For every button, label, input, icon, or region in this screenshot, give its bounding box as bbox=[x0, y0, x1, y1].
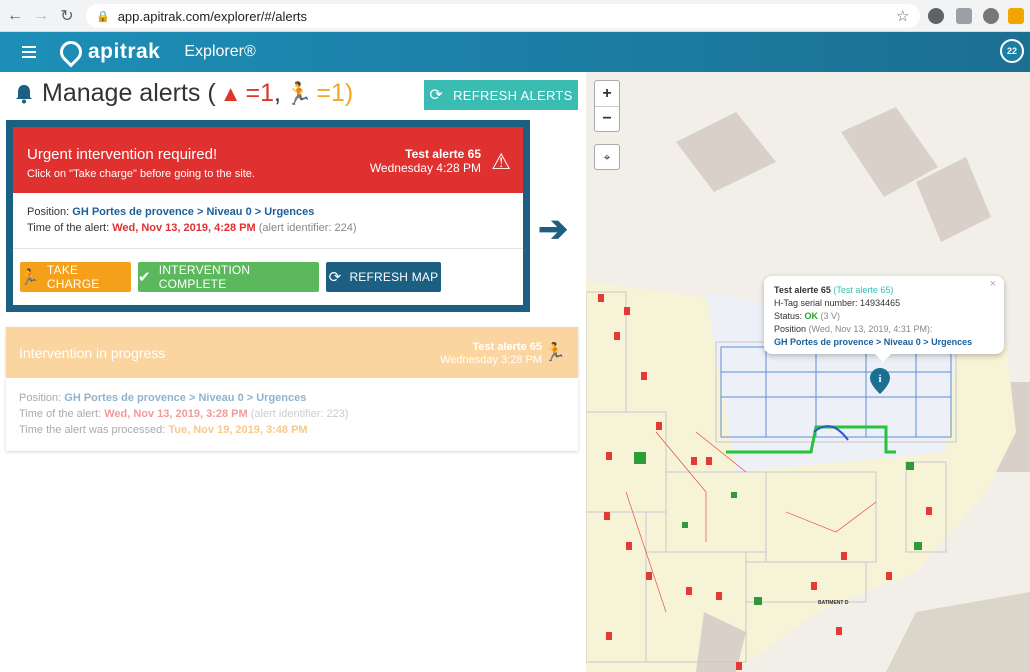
refresh-alerts-label: REFRESH ALERTS bbox=[453, 87, 573, 103]
time-value: Wed, Nov 13, 2019, 3:28 PM bbox=[104, 408, 248, 420]
popup-position-link[interactable]: GH Portes de provence > Niveau 0 > Urgen… bbox=[774, 336, 994, 349]
popup-title: Test alerte 65 (Test alerte 65) bbox=[774, 284, 994, 297]
progress-tag-name: Test alerte 65 bbox=[472, 341, 542, 353]
position-label: Position: bbox=[27, 206, 70, 218]
take-charge-label: TAKE CHARGE bbox=[46, 263, 100, 291]
refresh-map-label: REFRESH MAP bbox=[349, 270, 439, 284]
urgent-tag-name: Test alerte 65 bbox=[405, 147, 481, 161]
star-icon[interactable]: ☆ bbox=[896, 7, 909, 25]
position-link[interactable]: GH Portes de provence > Niveau 0 > Urgen… bbox=[64, 392, 306, 404]
popup-tip bbox=[875, 354, 891, 362]
progress-alert-card: Intervention in progress Test alerte 65 … bbox=[6, 327, 578, 451]
popup-tag-alias: (Test alerte 65) bbox=[833, 285, 894, 295]
page-title: Manage alerts ( ▲ =1 , 🏃 =1) bbox=[14, 79, 353, 108]
alerts-panel: Manage alerts ( ▲ =1 , 🏃 =1) ⟳ REFRESH A… bbox=[0, 72, 586, 672]
zoom-out-button[interactable]: − bbox=[595, 106, 619, 131]
progress-position: Position: GH Portes de provence > Niveau… bbox=[19, 392, 306, 404]
logo-pin-icon bbox=[55, 36, 87, 68]
progress-alert-header: Intervention in progress Test alerte 65 … bbox=[6, 327, 578, 378]
running-person-icon: 🏃 bbox=[284, 80, 313, 106]
lock-icon: 🔒 bbox=[96, 10, 110, 23]
address-bar[interactable]: 🔒 app.apitrak.com/explorer/#/alerts bbox=[86, 4, 920, 28]
running-person-icon: 🏃 bbox=[543, 342, 566, 362]
zoom-in-button[interactable]: + bbox=[595, 81, 619, 106]
time-value: Wed, Nov 13, 2019, 4:28 PM bbox=[112, 222, 256, 234]
processed-label: Time the alert was processed: bbox=[19, 424, 166, 436]
popup-tag-name: Test alerte 65 bbox=[774, 285, 831, 295]
progress-heading: Intervention in progress bbox=[19, 345, 166, 361]
menu-icon[interactable] bbox=[22, 43, 36, 61]
extension-icon[interactable] bbox=[956, 8, 972, 24]
progress-count: =1) bbox=[316, 79, 354, 107]
svg-text:i: i bbox=[878, 373, 881, 385]
warning-icon: ▲ bbox=[219, 80, 242, 106]
running-person-icon: 🏃 bbox=[20, 269, 39, 286]
popup-status: Status: OK (3 V) bbox=[774, 310, 994, 323]
avatar[interactable]: 22 bbox=[1000, 39, 1024, 63]
extension-icon[interactable] bbox=[1008, 8, 1024, 24]
close-icon[interactable]: × bbox=[990, 278, 996, 291]
divider bbox=[13, 248, 523, 249]
position-time: (Wed, Nov 13, 2019, 4:31 PM): bbox=[808, 324, 933, 334]
extension-icon[interactable] bbox=[983, 8, 999, 24]
floor-plan bbox=[586, 72, 1030, 672]
title-text: Manage alerts ( bbox=[42, 79, 216, 107]
time-label: Time of the alert: bbox=[27, 222, 110, 234]
status-label: Status: bbox=[774, 311, 803, 321]
location-marker-icon[interactable]: i bbox=[870, 368, 890, 394]
refresh-map-button[interactable]: ⟳ REFRESH MAP bbox=[326, 262, 441, 292]
forward-icon[interactable]: → bbox=[30, 5, 52, 27]
position-link[interactable]: GH Portes de provence > Niveau 0 > Urgen… bbox=[72, 206, 314, 218]
logo[interactable]: apitrak bbox=[55, 36, 161, 68]
progress-time: Time of the alert: Wed, Nov 13, 2019, 3:… bbox=[19, 408, 349, 420]
serial-label: H-Tag serial number: bbox=[774, 298, 858, 308]
crosshair-icon: ⌖ bbox=[603, 149, 611, 164]
title-separator: , bbox=[274, 79, 281, 107]
time-label: Time of the alert: bbox=[19, 408, 102, 420]
position-label: Position bbox=[774, 324, 807, 334]
map-view[interactable]: + − ⌖ × Test alerte 65 (Test alerte 65) … bbox=[586, 72, 1030, 672]
popup-serial: H-Tag serial number: 14934465 bbox=[774, 297, 994, 310]
zoom-control: + − bbox=[594, 80, 620, 132]
progress-processed: Time the alert was processed: Tue, Nov 1… bbox=[19, 424, 308, 436]
urgent-alert-card: Urgent intervention required! Click on "… bbox=[6, 120, 530, 312]
position-label: Position: bbox=[19, 392, 62, 404]
brand-name: apitrak bbox=[88, 40, 161, 63]
check-icon: ✔ bbox=[138, 269, 151, 286]
urgent-position: Position: GH Portes de provence > Niveau… bbox=[27, 206, 314, 218]
extension-icon[interactable] bbox=[928, 8, 944, 24]
refresh-alerts-button[interactable]: ⟳ REFRESH ALERTS bbox=[424, 80, 578, 110]
app-header: apitrak Explorer® 22 bbox=[0, 32, 1030, 72]
tag-popup: × Test alerte 65 (Test alerte 65) H-Tag … bbox=[764, 276, 1004, 354]
urgent-tag-time: Wednesday 4:28 PM bbox=[369, 161, 481, 175]
urgent-subheading: Click on "Take charge" before going to t… bbox=[27, 168, 255, 180]
urgent-alert-header: Urgent intervention required! Click on "… bbox=[13, 127, 523, 193]
processed-value: Tue, Nov 19, 2019, 3:48 PM bbox=[168, 424, 308, 436]
serial-value: 14934465 bbox=[860, 298, 901, 308]
back-icon[interactable]: ← bbox=[4, 5, 26, 27]
browser-toolbar: ← → ↻ 🔒 app.apitrak.com/explorer/#/alert… bbox=[0, 0, 1030, 32]
arrow-right-icon: ➔ bbox=[538, 208, 569, 249]
alert-identifier: (alert identifier: 224) bbox=[258, 222, 357, 234]
progress-tag-time: Wednesday 3:28 PM bbox=[440, 354, 542, 366]
intervention-complete-label: INTERVENTION COMPLETE bbox=[158, 263, 251, 291]
brand-subtitle: Explorer® bbox=[184, 43, 256, 60]
urgent-heading: Urgent intervention required! bbox=[27, 146, 218, 163]
locate-button[interactable]: ⌖ bbox=[594, 144, 620, 170]
warning-icon: ⚠ bbox=[491, 149, 511, 174]
refresh-icon: ⟳ bbox=[328, 269, 342, 286]
refresh-icon: ⟳ bbox=[429, 87, 444, 104]
intervention-complete-button[interactable]: ✔ INTERVENTION COMPLETE bbox=[138, 262, 319, 292]
urgent-count: =1 bbox=[245, 79, 274, 107]
url-text: app.apitrak.com/explorer/#/alerts bbox=[117, 8, 308, 24]
bell-icon bbox=[16, 84, 32, 103]
reload-icon[interactable]: ↻ bbox=[56, 5, 78, 27]
alert-identifier: (alert identifier: 223) bbox=[250, 408, 349, 420]
popup-position: Position (Wed, Nov 13, 2019, 4:31 PM): bbox=[774, 323, 994, 336]
take-charge-button[interactable]: 🏃 TAKE CHARGE bbox=[20, 262, 131, 292]
status-voltage: (3 V) bbox=[820, 311, 841, 321]
urgent-time: Time of the alert: Wed, Nov 13, 2019, 4:… bbox=[27, 222, 357, 234]
building-label: BATIMENT D bbox=[818, 600, 849, 606]
status-value: OK bbox=[804, 311, 819, 321]
